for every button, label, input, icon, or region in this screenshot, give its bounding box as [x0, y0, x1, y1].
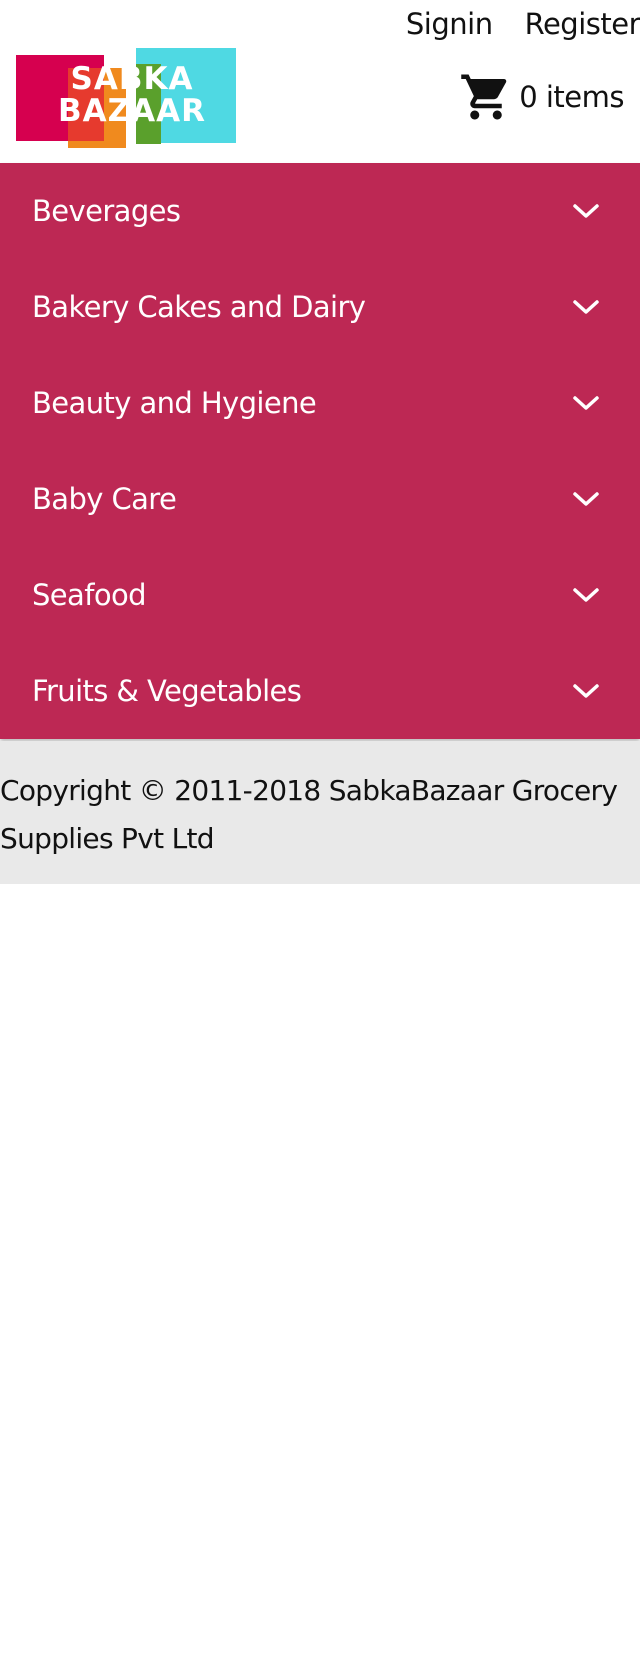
category-label: Seafood: [32, 578, 147, 612]
category-item-bakery-cakes-dairy[interactable]: Bakery Cakes and Dairy: [0, 259, 640, 355]
category-label: Fruits & Vegetables: [32, 674, 302, 708]
category-menu: Beverages Bakery Cakes and Dairy Beauty …: [0, 163, 640, 739]
category-label: Beauty and Hygiene: [32, 386, 317, 420]
chevron-down-icon: [572, 681, 600, 701]
category-item-baby-care[interactable]: Baby Care: [0, 451, 640, 547]
site-footer: Copyright © 2011-2018 SabkaBazaar Grocer…: [0, 741, 640, 884]
cart-button[interactable]: 0 items: [459, 70, 624, 124]
sabka-bazaar-logo[interactable]: SABKA BAZAAR: [16, 48, 236, 148]
category-label: Beverages: [32, 194, 181, 228]
page: Signin Register SABKA BAZAAR 0 items Bev…: [0, 0, 640, 1664]
signin-link[interactable]: Signin: [406, 4, 493, 44]
category-label: Baby Care: [32, 482, 177, 516]
logo-text-line1: SABKA: [70, 61, 194, 97]
shopping-cart-icon: [459, 70, 513, 124]
chevron-down-icon: [572, 393, 600, 413]
category-item-beauty-hygiene[interactable]: Beauty and Hygiene: [0, 355, 640, 451]
chevron-down-icon: [572, 489, 600, 509]
category-item-seafood[interactable]: Seafood: [0, 547, 640, 643]
chevron-down-icon: [572, 201, 600, 221]
category-label: Bakery Cakes and Dairy: [32, 290, 366, 324]
chevron-down-icon: [572, 585, 600, 605]
register-link[interactable]: Register: [525, 4, 640, 44]
auth-links: Signin Register: [406, 4, 640, 44]
category-item-fruits-vegetables[interactable]: Fruits & Vegetables: [0, 643, 640, 739]
cart-item-count: 0 items: [519, 80, 624, 114]
copyright-text: Copyright © 2011-2018 SabkaBazaar Grocer…: [0, 774, 618, 855]
logo-text-line2: BAZAAR: [58, 93, 206, 129]
category-item-beverages[interactable]: Beverages: [0, 163, 640, 259]
site-header: Signin Register SABKA BAZAAR 0 items: [0, 0, 640, 163]
chevron-down-icon: [572, 297, 600, 317]
